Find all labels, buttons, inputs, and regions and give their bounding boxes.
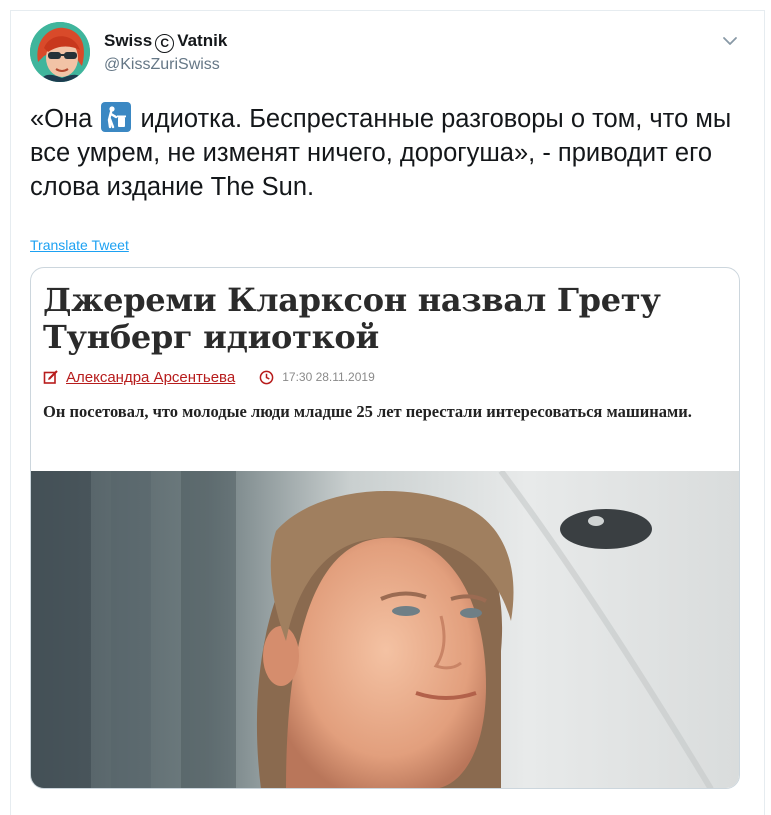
avatar[interactable] (30, 22, 90, 82)
article-author[interactable]: Александра Арсентьева (66, 369, 235, 386)
translate-tweet-link[interactable]: Translate Tweet (30, 237, 129, 253)
tweet-text-part1: «Она (30, 105, 93, 133)
link-card[interactable]: Джереми Кларксон назвал Грету Тунберг ид… (30, 267, 740, 789)
chevron-down-icon[interactable] (719, 30, 741, 52)
copyright-icon: C (155, 34, 175, 53)
user-handle[interactable]: @KissZuriSwiss (104, 56, 220, 74)
article-headline[interactable]: Джереми Кларксон назвал Грету Тунберг ид… (43, 282, 733, 356)
article-photo[interactable] (31, 471, 739, 789)
display-name[interactable]: Swiss C Vatnik (104, 31, 227, 53)
article-meta: Александра Арсентьева 17:30 28.11.2019 (43, 367, 375, 387)
put-litter-in-its-place-icon (101, 102, 132, 132)
tweet-text-part2: идиотка. Беспрестанные разговоры о том, … (30, 105, 732, 201)
article-datetime: 17:30 28.11.2019 (282, 370, 375, 384)
article-lead: Он посетовал, что молодые люди младше 25… (43, 402, 692, 421)
avatar-illustration-icon (30, 22, 90, 82)
tweet-text: «Она идиотка. Беспрестанные разговоры о … (30, 102, 740, 204)
display-name-last: Vatnik (177, 31, 228, 50)
clock-icon (259, 370, 274, 384)
edit-icon (43, 370, 58, 384)
display-name-first: Swiss (104, 31, 153, 50)
